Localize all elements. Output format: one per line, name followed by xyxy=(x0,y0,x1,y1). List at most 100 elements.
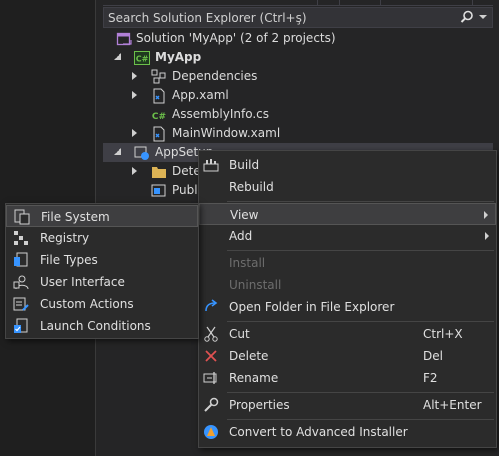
submenu-item-custom-actions[interactable]: Custom Actions xyxy=(6,293,198,315)
search-box[interactable]: Search Solution Explorer (Ctrl+ş) xyxy=(103,7,493,28)
menu-item-rebuild[interactable]: Rebuild xyxy=(199,176,496,198)
submenu-item-file-types[interactable]: File Types xyxy=(6,249,198,271)
tree-item-label: AssemblyInfo.cs xyxy=(172,107,270,121)
toolbar-separator xyxy=(317,0,318,6)
folder-icon xyxy=(152,167,166,178)
tree-item-label: Publ xyxy=(172,183,198,197)
toolbar-separator xyxy=(472,0,473,6)
submenu-item-file-system[interactable]: File System xyxy=(6,205,198,227)
menu-separator xyxy=(227,321,494,322)
custom-actions-icon xyxy=(13,297,29,311)
menu-item-label: Properties xyxy=(229,398,290,412)
menu-item-label: Add xyxy=(229,229,253,243)
menu-item-label: Registry xyxy=(40,231,90,245)
toolbar-separator xyxy=(339,0,340,6)
menu-item-label: View xyxy=(230,208,259,222)
shortcut-label: F2 xyxy=(423,371,438,385)
menu-item-install[interactable]: Install xyxy=(199,252,496,274)
expand-arrow-icon[interactable] xyxy=(132,90,142,100)
collapse-arrow-icon[interactable] xyxy=(114,147,124,157)
search-icon[interactable] xyxy=(460,10,474,24)
shortcut-label: Del xyxy=(423,349,443,363)
csharp-file-icon: C# xyxy=(152,112,166,122)
menu-item-view[interactable]: View xyxy=(199,203,496,225)
dependencies-icon xyxy=(151,69,166,84)
tree-item-label: MainWindow.xaml xyxy=(172,126,281,140)
menu-item-label: Uninstall xyxy=(229,278,282,292)
shortcut-label: Ctrl+X xyxy=(423,327,463,341)
search-options-dropdown[interactable] xyxy=(479,15,487,19)
submenu-arrow-icon xyxy=(485,232,489,240)
submenu-item-launch-conditions[interactable]: Launch Conditions xyxy=(6,315,198,337)
submenu-item-registry[interactable]: Registry xyxy=(6,227,198,249)
submenu-item-user-interface[interactable]: User Interface xyxy=(6,271,198,293)
tree-item-project-myapp[interactable]: C# MyApp xyxy=(103,48,493,67)
expand-arrow-icon[interactable] xyxy=(132,71,142,81)
expand-arrow-icon[interactable] xyxy=(132,166,142,176)
expand-arrow-icon[interactable] xyxy=(132,128,142,138)
menu-item-label: File Types xyxy=(40,253,98,267)
registry-icon xyxy=(14,231,28,245)
advanced-installer-icon xyxy=(204,425,218,439)
menu-item-label: User Interface xyxy=(40,275,125,289)
setup-project-icon xyxy=(134,146,149,160)
tree-item-label: Solution 'MyApp' (2 of 2 projects) xyxy=(136,31,336,45)
menu-item-cut[interactable]: Cut Ctrl+X xyxy=(199,323,496,345)
wrench-icon xyxy=(204,397,219,412)
menu-item-convert-advanced-installer[interactable]: Convert to Advanced Installer xyxy=(199,421,496,443)
rename-icon xyxy=(203,372,217,384)
tree-item-label: MyApp xyxy=(155,50,202,64)
menu-item-properties[interactable]: Properties Alt+Enter xyxy=(199,394,496,416)
view-submenu: File System Registry File Types User Int… xyxy=(5,203,199,339)
file-types-icon xyxy=(14,252,28,267)
menu-item-label: Launch Conditions xyxy=(40,319,151,333)
menu-item-open-folder[interactable]: Open Folder in File Explorer xyxy=(199,296,496,318)
xaml-file-icon xyxy=(153,126,165,142)
menu-item-label: Cut xyxy=(229,327,250,341)
tree-item-mainwindow[interactable]: MainWindow.xaml xyxy=(103,124,493,143)
build-icon xyxy=(203,159,219,172)
tree-item-solution[interactable]: Solution 'MyApp' (2 of 2 projects) xyxy=(103,29,493,48)
publish-output-icon xyxy=(151,184,166,197)
menu-item-label: Open Folder in File Explorer xyxy=(229,300,395,314)
open-folder-arrow-icon xyxy=(205,299,218,312)
csharp-project-icon: C# xyxy=(134,51,150,65)
collapse-arrow-icon[interactable] xyxy=(114,52,124,62)
user-interface-icon xyxy=(13,275,29,290)
menu-item-rename[interactable]: Rename F2 xyxy=(199,367,496,389)
menu-item-delete[interactable]: Delete Del xyxy=(199,345,496,367)
shortcut-label: Alt+Enter xyxy=(423,398,482,412)
menu-item-label: Convert to Advanced Installer xyxy=(229,425,408,439)
menu-item-label: Custom Actions xyxy=(40,297,134,311)
menu-item-label: File System xyxy=(41,210,110,224)
menu-separator xyxy=(227,201,494,202)
file-system-icon xyxy=(14,209,30,225)
menu-item-add[interactable]: Add xyxy=(199,225,496,247)
toolbar-strip xyxy=(103,0,493,6)
menu-item-build[interactable]: Build xyxy=(199,154,496,176)
context-menu: Build Rebuild View Add Install Uninstall… xyxy=(198,150,497,448)
tree-item-app-xaml[interactable]: App.xaml xyxy=(103,86,493,105)
menu-separator xyxy=(227,392,494,393)
submenu-arrow-icon xyxy=(484,211,488,219)
search-input[interactable]: Search Solution Explorer (Ctrl+ş) xyxy=(108,11,307,25)
menu-separator xyxy=(227,250,494,251)
svg-text:C#: C# xyxy=(136,55,149,64)
menu-item-label: Rebuild xyxy=(229,180,274,194)
svg-text:C#: C# xyxy=(152,112,166,122)
tree-item-assemblyinfo[interactable]: C# AssemblyInfo.cs xyxy=(103,105,493,124)
menu-item-label: Delete xyxy=(229,349,269,363)
menu-item-label: Rename xyxy=(229,371,279,385)
menu-item-label: Build xyxy=(229,158,260,172)
tree-item-label: Dete xyxy=(172,164,201,178)
xaml-file-icon xyxy=(153,88,165,104)
launch-conditions-icon xyxy=(14,318,28,333)
menu-item-label: Install xyxy=(229,256,266,270)
toolbar-separator xyxy=(380,0,381,6)
menu-separator xyxy=(227,419,494,420)
menu-item-uninstall[interactable]: Uninstall xyxy=(199,274,496,296)
tree-item-dependencies[interactable]: Dependencies xyxy=(103,67,493,86)
solution-icon xyxy=(116,32,132,46)
tree-item-label: App.xaml xyxy=(172,88,229,102)
scissors-icon xyxy=(204,326,218,342)
